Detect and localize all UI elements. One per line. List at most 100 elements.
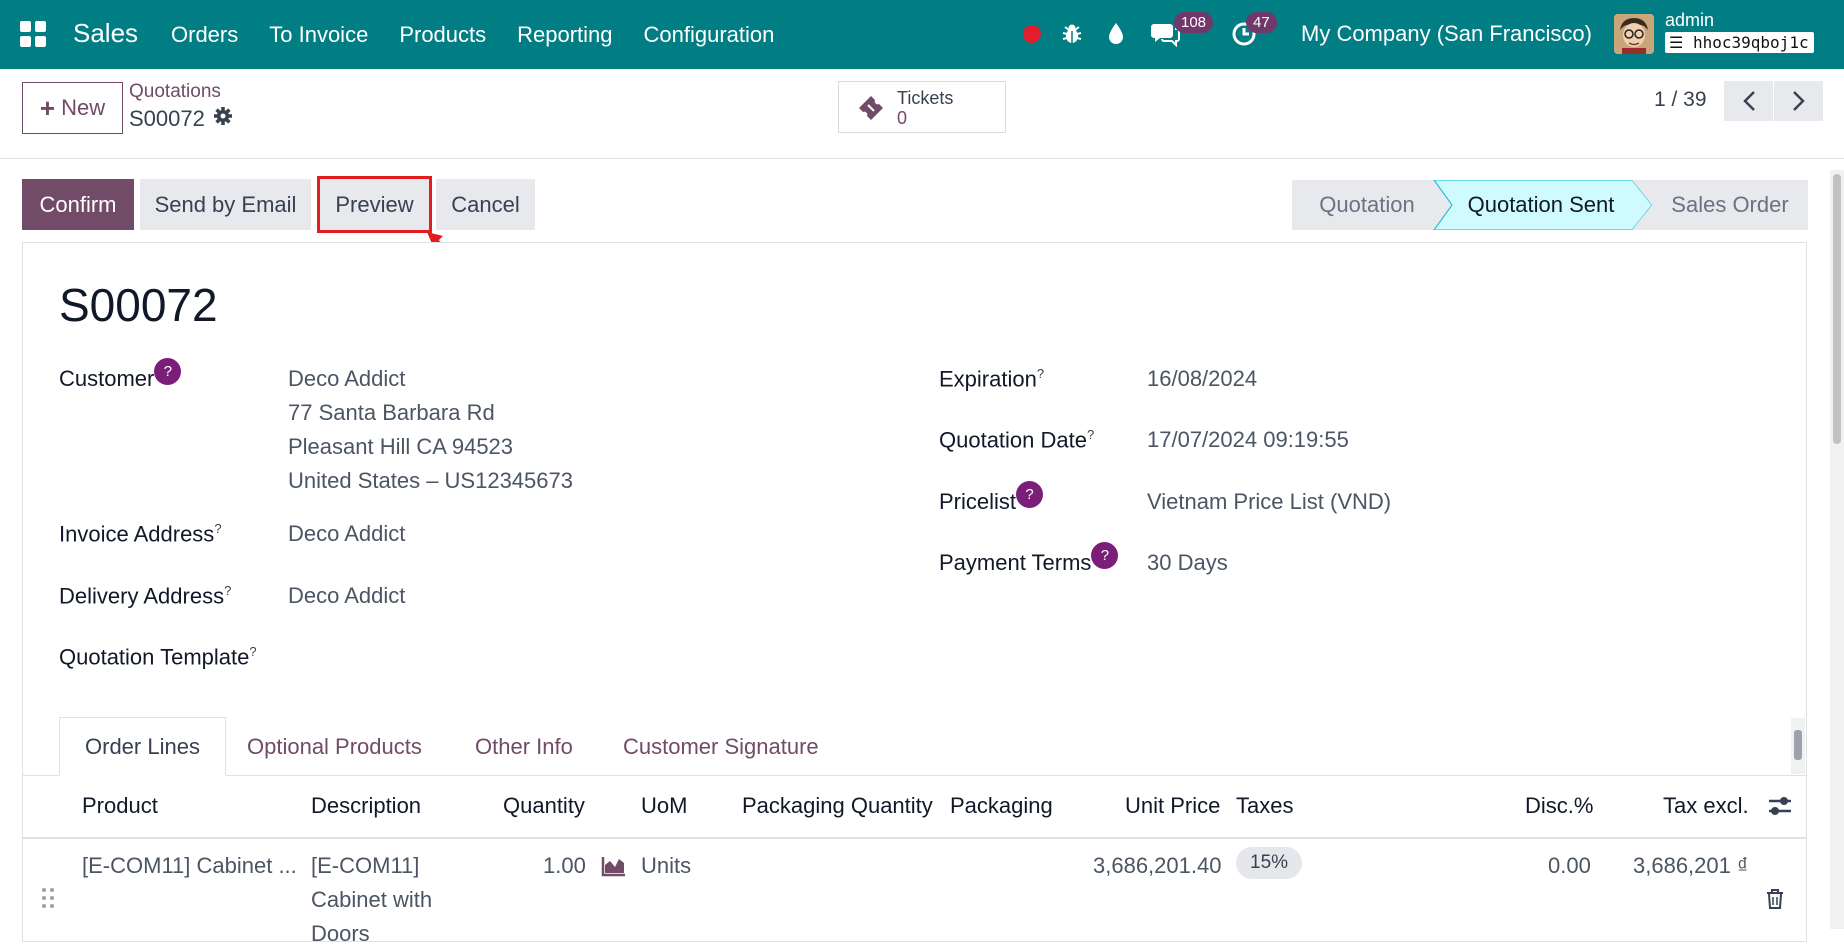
help-icon[interactable]: ? — [1016, 481, 1044, 508]
column-header-tax-excl[interactable]: Tax excl. — [1663, 793, 1749, 819]
tab-other-info[interactable]: Other Info — [450, 717, 598, 776]
pager-previous-button[interactable] — [1724, 81, 1773, 121]
tickets-smart-button[interactable]: Tickets 0 — [838, 81, 1006, 133]
menu-item-reporting[interactable]: Reporting — [517, 22, 612, 48]
cell-taxes-badge[interactable]: 15% — [1236, 847, 1303, 879]
column-header-packaging-quantity[interactable]: Packaging Quantity — [742, 793, 933, 819]
column-header-description[interactable]: Description — [311, 793, 421, 819]
cell-description-line-3[interactable]: Doors — [311, 921, 370, 947]
confirm-button[interactable]: Confirm — [22, 179, 134, 230]
invoice-address-field[interactable]: Deco Addict — [288, 521, 405, 547]
new-button-label: New — [61, 95, 106, 120]
menu-item-to-invoice[interactable]: To Invoice — [269, 22, 368, 48]
cell-description-line-2[interactable]: Cabinet with — [311, 887, 432, 913]
tickets-label: Tickets — [897, 88, 954, 108]
theme-drop-icon[interactable] — [1105, 18, 1127, 50]
tooltip-marker: ? — [224, 583, 232, 598]
column-header-uom[interactable]: UoM — [641, 793, 687, 819]
cell-tax-excl: 3,686,201 ₫ — [1633, 853, 1749, 878]
tab-optional-products[interactable]: Optional Products — [222, 717, 447, 776]
delivery-address-field[interactable]: Deco Addict — [288, 583, 405, 609]
expiration-label: Expiration? — [939, 366, 1045, 392]
delivery-address-label: Delivery Address? — [59, 583, 232, 609]
breadcrumb-quotations[interactable]: Quotations — [129, 81, 221, 103]
menu-item-orders[interactable]: Orders — [171, 22, 238, 48]
new-button[interactable]: + New — [22, 82, 123, 134]
cell-description-line-1[interactable]: [E-COM11] — [311, 853, 419, 879]
quotation-date-field[interactable]: 17/07/2024 09:19:55 — [1147, 427, 1349, 453]
tab-order-lines[interactable]: Order Lines — [59, 717, 226, 776]
column-header-discount[interactable]: Disc.% — [1525, 793, 1593, 819]
expiration-field[interactable]: 16/08/2024 — [1147, 366, 1257, 392]
main-menu: Orders To Invoice Products Reporting Con… — [171, 22, 805, 48]
activities-count-badge: 47 — [1246, 12, 1277, 33]
trash-icon[interactable] — [1765, 888, 1785, 915]
cell-unit-price[interactable]: 3,686,201.40 — [1093, 853, 1221, 879]
tooltip-marker: ? — [1086, 427, 1095, 442]
app-name[interactable]: Sales — [73, 18, 138, 49]
pricelist-label: Pricelist? — [939, 481, 1044, 516]
breadcrumb-current-label: S00072 — [129, 106, 205, 131]
control-panel: + New Quotations S00072 Tickets 0 1 / 39 — [0, 69, 1844, 159]
pager-value[interactable]: 1 / 39 — [1654, 88, 1707, 112]
record-icon[interactable] — [1020, 18, 1044, 50]
cell-quantity[interactable]: 1.00 — [543, 853, 586, 879]
table-header-divider — [22, 837, 1807, 839]
ticket-icon — [855, 92, 887, 129]
help-icon[interactable]: ? — [154, 358, 182, 385]
customer-label: Customer? — [59, 358, 182, 393]
page-scrollbar[interactable] — [1830, 170, 1844, 929]
customer-name[interactable]: Deco Addict — [288, 366, 405, 392]
column-header-packaging[interactable]: Packaging — [950, 793, 1053, 819]
preview-highlight-box — [317, 176, 432, 233]
breadcrumb-current: S00072 — [129, 106, 233, 132]
cell-uom[interactable]: Units — [641, 853, 691, 879]
invoice-address-label: Invoice Address? — [59, 521, 222, 547]
tickets-count: 0 — [897, 108, 908, 128]
menu-item-configuration[interactable]: Configuration — [644, 22, 775, 48]
database-tag: ☰ hhoc39qboj1c — [1665, 32, 1814, 53]
customer-country: United States – US12345673 — [288, 468, 573, 493]
help-icon[interactable]: ? — [1091, 542, 1119, 569]
drag-handle-icon[interactable] — [40, 887, 56, 914]
tab-customer-signature[interactable]: Customer Signature — [598, 717, 844, 776]
cell-discount[interactable]: 0.00 — [1548, 853, 1591, 879]
stage-quotation-sent[interactable]: Quotation Sent — [1450, 180, 1632, 230]
database-icon: ☰ — [1669, 33, 1693, 52]
customer-street: 77 Santa Barbara Rd — [288, 400, 495, 425]
debug-bug-icon[interactable] — [1059, 18, 1085, 50]
company-switcher[interactable]: My Company (San Francisco) — [1301, 21, 1592, 47]
payment-terms-label: Payment Terms? — [939, 542, 1119, 577]
messages-count-badge: 108 — [1174, 12, 1214, 33]
forecast-chart-icon[interactable] — [601, 855, 627, 882]
chevron-right-icon — [1792, 91, 1805, 111]
customer-city: Pleasant Hill CA 94523 — [288, 434, 514, 459]
optional-columns-sliders-icon[interactable] — [1767, 794, 1793, 823]
database-name: hhoc39qboj1c — [1692, 33, 1809, 52]
send-by-email-button[interactable]: Send by Email — [140, 179, 311, 230]
user-name[interactable]: admin — [1665, 10, 1714, 31]
quotation-date-label: Quotation Date? — [939, 427, 1095, 453]
gear-icon[interactable] — [213, 106, 233, 132]
pricelist-field[interactable]: Vietnam Price List (VND) — [1147, 489, 1391, 515]
user-avatar[interactable] — [1614, 14, 1654, 54]
column-header-product[interactable]: Product — [82, 793, 158, 819]
chevron-left-icon — [1742, 91, 1755, 111]
stage-sales-order[interactable]: Sales Order — [1652, 180, 1808, 230]
cancel-button[interactable]: Cancel — [436, 179, 535, 230]
column-header-unit-price[interactable]: Unit Price — [1125, 793, 1220, 819]
tabs-scrollbar[interactable] — [1791, 718, 1805, 774]
column-header-quantity[interactable]: Quantity — [503, 793, 585, 819]
top-navbar: Sales Orders To Invoice Products Reporti… — [0, 0, 1844, 69]
app-menu-icon[interactable] — [20, 21, 46, 47]
plus-icon: + — [39, 92, 56, 123]
menu-item-products[interactable]: Products — [399, 22, 486, 48]
tooltip-marker: ? — [214, 521, 222, 536]
record-title: S00072 — [59, 279, 218, 331]
stage-quotation[interactable]: Quotation — [1292, 180, 1442, 230]
column-header-taxes[interactable]: Taxes — [1236, 793, 1293, 819]
tooltip-marker: ? — [249, 644, 257, 659]
cell-product[interactable]: [E-COM11] Cabinet ... — [82, 853, 297, 879]
payment-terms-field[interactable]: 30 Days — [1147, 550, 1228, 576]
pager-next-button[interactable] — [1774, 81, 1823, 121]
